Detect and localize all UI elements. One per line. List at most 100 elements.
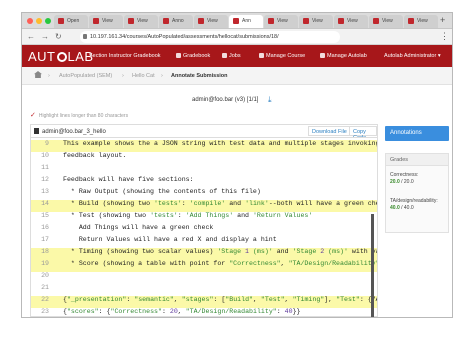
annotations-button[interactable]: Annotations bbox=[385, 126, 449, 141]
copy-code-button[interactable]: Copy Code bbox=[349, 126, 377, 141]
download-icon[interactable]: ⤓ bbox=[268, 95, 272, 105]
nav-manage-autolab[interactable]: Manage Autolab bbox=[320, 53, 367, 59]
url-field[interactable]: 10.197.161.34/courses/AutoPopulated/asse… bbox=[80, 31, 340, 43]
breadcrumb-current: Annotate Submission bbox=[171, 73, 228, 79]
gear-icon bbox=[259, 53, 264, 58]
line-number: 22 bbox=[41, 296, 49, 303]
tab-strip: Open View View Anno View Ann View View V… bbox=[22, 13, 452, 29]
code-line[interactable]: 13 * Raw Output (showing the contents of… bbox=[31, 188, 377, 200]
favicon-icon bbox=[338, 18, 344, 24]
browser-tab[interactable]: View bbox=[194, 15, 228, 28]
code-viewer[interactable]: 9 This example shows the a JSON string wi… bbox=[30, 137, 378, 317]
line-number: 17 bbox=[41, 236, 49, 243]
autolab-logo[interactable]: AUT LAB bbox=[28, 49, 94, 64]
browser-tab[interactable]: View bbox=[124, 15, 158, 28]
line-number: 19 bbox=[41, 260, 49, 267]
forward-arrow-icon[interactable]: → bbox=[41, 32, 49, 41]
line-number: 18 bbox=[41, 248, 49, 255]
breadcrumb-sep: › bbox=[122, 73, 124, 79]
favicon-icon bbox=[268, 18, 274, 24]
close-window-button[interactable] bbox=[27, 18, 33, 24]
favicon-icon bbox=[233, 18, 239, 24]
browser-menu-icon[interactable]: ⋮ bbox=[440, 31, 449, 42]
code-text: Feedback will have five sections: bbox=[63, 176, 194, 183]
check-icon[interactable]: ✓ bbox=[30, 112, 36, 119]
code-line[interactable]: 16 Add Things will have a green check bbox=[31, 224, 377, 236]
new-tab-button[interactable]: + bbox=[440, 15, 445, 25]
code-line[interactable]: 18 * Timing (showing two scalar values) … bbox=[31, 248, 377, 260]
lock-icon bbox=[83, 34, 87, 39]
code-line[interactable]: 23 {"scores": {"Correctness": 20, "TA/Des… bbox=[31, 308, 377, 316]
grade-item: Correctness: 20.0 / 20.0 bbox=[390, 172, 419, 185]
file-icon bbox=[34, 128, 39, 134]
line-number: 9 bbox=[45, 140, 49, 147]
submission-title: admin@foo.bar (v3) [1/1] bbox=[192, 97, 259, 103]
grades-title: Grades bbox=[386, 154, 448, 166]
app-header: AUT LAB Section Instructor Gradebook Grad… bbox=[22, 45, 452, 67]
nav-jobs[interactable]: Jobs bbox=[222, 53, 241, 59]
grade-item: TA/design/readability: 40.0 / 40.0 bbox=[390, 198, 438, 211]
code-line[interactable]: 14 * Build (showing two 'tests': 'compil… bbox=[31, 200, 377, 212]
nav-user-menu[interactable]: Autolab Administrator ▾ bbox=[384, 53, 441, 59]
code-line[interactable]: 9 This example shows the a JSON string wi… bbox=[31, 140, 378, 152]
favicon-icon bbox=[198, 18, 204, 24]
reload-icon[interactable]: ↻ bbox=[55, 32, 62, 41]
browser-tab[interactable]: View bbox=[299, 15, 333, 28]
browser-tab[interactable]: View bbox=[404, 15, 438, 28]
line-number: 14 bbox=[41, 200, 49, 207]
breadcrumb-sep: › bbox=[161, 73, 163, 79]
home-icon[interactable] bbox=[34, 71, 42, 78]
grades-box: Grades Correctness: 20.0 / 20.0 TA/desig… bbox=[385, 153, 449, 233]
code-line[interactable]: 17 Return Values will have a red X and d… bbox=[31, 236, 377, 248]
code-line[interactable]: 15 * Test (showing two 'tests': 'Add Thi… bbox=[31, 212, 377, 224]
code-line[interactable]: 10 feedback layout. bbox=[31, 152, 377, 164]
line-number: 12 bbox=[41, 176, 49, 183]
back-arrow-icon[interactable]: ← bbox=[27, 32, 35, 41]
line-number: 21 bbox=[41, 284, 49, 291]
line-number: 15 bbox=[41, 212, 49, 219]
code-text: This example shows the a JSON string wit… bbox=[63, 140, 378, 147]
nav-gradebook[interactable]: Gradebook bbox=[176, 53, 210, 59]
code-line[interactable]: 12 Feedback will have five sections: bbox=[31, 176, 377, 188]
line-number: 16 bbox=[41, 224, 49, 231]
code-line[interactable]: 20 bbox=[31, 272, 377, 284]
browser-tab-active[interactable]: Ann bbox=[229, 15, 263, 28]
browser-tab[interactable]: View bbox=[264, 15, 298, 28]
maximize-window-button[interactable] bbox=[45, 18, 51, 24]
code-line[interactable]: 11 bbox=[31, 164, 377, 176]
browser-tab[interactable]: Anno bbox=[159, 15, 193, 28]
favicon-icon bbox=[93, 18, 99, 24]
code-text: {"_presentation": "semantic", "stages": … bbox=[63, 296, 377, 303]
code-text: Add Things will have a green check bbox=[63, 224, 214, 231]
code-scrollbar[interactable] bbox=[371, 214, 374, 317]
nav-manage-course[interactable]: Manage Course bbox=[259, 53, 305, 59]
code-text: {"scores": {"Correctness": 20, "TA/Desig… bbox=[63, 308, 301, 315]
browser-window: Open View View Anno View Ann View View V… bbox=[22, 13, 452, 317]
breadcrumb-sep: › bbox=[48, 73, 50, 79]
favicon-icon bbox=[408, 18, 414, 24]
favicon-icon bbox=[303, 18, 309, 24]
browser-tab[interactable]: View bbox=[369, 15, 403, 28]
minimize-window-button[interactable] bbox=[36, 18, 42, 24]
breadcrumb-assessment[interactable]: Hello Cat bbox=[132, 73, 155, 79]
favicon-icon bbox=[373, 18, 379, 24]
browser-tab[interactable]: View bbox=[334, 15, 368, 28]
code-text: * Score (showing a table with point for … bbox=[63, 260, 378, 267]
long-line-warning: ✓ Highlight lines longer than 80 characte… bbox=[30, 112, 129, 119]
address-bar-row: ← → ↻ 10.197.161.34/courses/AutoPopulate… bbox=[22, 29, 452, 45]
code-text: * Timing (showing two scalar values) 'St… bbox=[63, 248, 377, 255]
line-number: 13 bbox=[41, 188, 49, 195]
breadcrumb-course[interactable]: AutoPopulated (SEM) bbox=[59, 73, 112, 79]
download-file-button[interactable]: Download File bbox=[308, 126, 351, 136]
logo-ring-icon bbox=[56, 52, 67, 62]
code-line[interactable]: 22 {"_presentation": "semantic", "stages"… bbox=[31, 296, 377, 308]
browser-tab[interactable]: View bbox=[89, 15, 123, 28]
breadcrumb: › AutoPopulated (SEM) › Hello Cat › Anno… bbox=[22, 67, 452, 85]
side-panel: Annotations Grades Correctness: 20.0 / 2… bbox=[383, 121, 449, 317]
line-number: 10 bbox=[41, 152, 49, 159]
code-line[interactable]: 19 * Score (showing a table with point f… bbox=[31, 260, 378, 272]
gradebook-icon bbox=[176, 53, 181, 58]
browser-tab[interactable]: Open bbox=[54, 15, 88, 28]
code-text: feedback layout. bbox=[63, 152, 127, 159]
code-line[interactable]: 21 bbox=[31, 284, 377, 296]
